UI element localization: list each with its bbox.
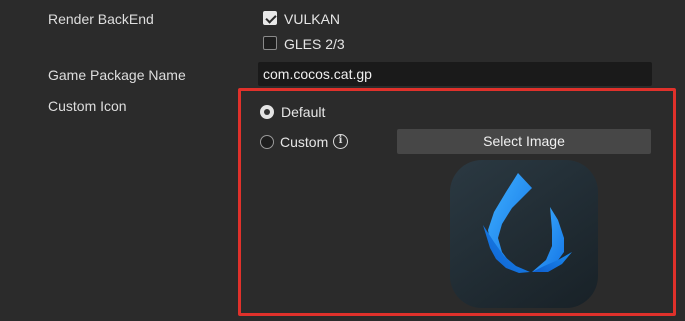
game-package-name-input[interactable]: [258, 62, 652, 86]
select-image-button[interactable]: Select Image: [397, 129, 651, 154]
default-radio-label: Default: [281, 104, 326, 120]
cocos-flame-icon: [483, 173, 572, 273]
gles-label: GLES 2/3: [284, 36, 345, 52]
vulkan-label: VULKAN: [284, 11, 341, 27]
vulkan-checkbox[interactable]: [263, 11, 277, 25]
default-radio[interactable]: [260, 105, 274, 119]
custom-icon-label: Custom Icon: [48, 98, 127, 114]
custom-radio[interactable]: [260, 135, 274, 149]
render-backend-label: Render BackEnd: [48, 11, 154, 27]
game-package-name-label: Game Package Name: [48, 67, 186, 83]
gles-checkbox[interactable]: [263, 36, 277, 50]
custom-radio-label: Custom: [280, 134, 329, 150]
info-icon[interactable]: i: [333, 134, 348, 149]
icon-preview: [450, 160, 598, 308]
